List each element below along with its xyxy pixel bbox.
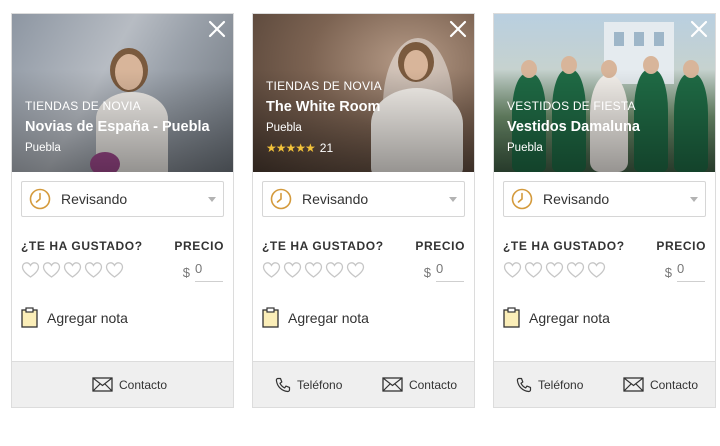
contact-label: Contacto [649, 377, 698, 392]
clock-icon [29, 188, 51, 210]
review-count: 21 [319, 141, 334, 155]
price-field[interactable]: $ 0 [424, 260, 464, 282]
vendor-hero-image[interactable]: VESTIDOS DE FIESTA Vestidos Damaluna Pue… [494, 14, 715, 172]
vendor-category: TIENDAS DE NOVIA [25, 99, 141, 113]
vendor-city: Puebla [266, 122, 302, 134]
add-note-button[interactable]: Agregar nota [262, 307, 369, 328]
heart-outline-icon[interactable] [262, 261, 281, 279]
caret-down-icon [449, 196, 457, 202]
clock-icon [511, 188, 533, 210]
close-icon[interactable] [449, 20, 467, 38]
phone-icon [516, 377, 532, 392]
status-value: Revisando [543, 191, 610, 207]
status-dropdown[interactable]: Revisando [503, 181, 706, 217]
heart-outline-icon[interactable] [63, 261, 82, 279]
clock-icon [270, 188, 292, 210]
sticky-note-icon [262, 307, 279, 328]
status-dropdown[interactable]: Revisando [262, 181, 465, 217]
vendor-city: Puebla [25, 142, 61, 154]
contact-label: Contacto [118, 377, 168, 392]
price-label: PRECIO [174, 239, 224, 253]
phone-label: Teléfono [538, 377, 584, 392]
heart-outline-icon[interactable] [587, 261, 606, 279]
add-note-label: Agregar nota [47, 309, 128, 326]
vendor-hero-image[interactable]: TIENDAS DE NOVIA Novias de España - Pueb… [12, 14, 233, 172]
close-icon[interactable] [690, 20, 708, 38]
heart-outline-icon[interactable] [283, 261, 302, 279]
heart-outline-icon[interactable] [304, 261, 323, 279]
card-footer: Contacto [12, 361, 233, 407]
rating-price-header: ¿TE HA GUSTADO? PRECIO [21, 239, 224, 253]
rating-price-header: ¿TE HA GUSTADO? PRECIO [262, 239, 465, 253]
sticky-note-icon [21, 307, 38, 328]
vendor-card-the-white-room: TIENDAS DE NOVIA The White Room Puebla ★… [252, 13, 475, 408]
heart-rating[interactable] [262, 261, 365, 279]
contact-button[interactable]: Contacto [623, 377, 698, 392]
phone-label: Teléfono [297, 377, 343, 392]
phone-icon [275, 377, 291, 392]
vendor-name[interactable]: Novias de España - Puebla [25, 119, 223, 135]
status-dropdown[interactable]: Revisando [21, 181, 224, 217]
add-note-button[interactable]: Agregar nota [21, 307, 128, 328]
hero-info: TIENDAS DE NOVIA The White Room Puebla ★… [266, 79, 464, 155]
card-footer: Teléfono Contacto [253, 361, 474, 407]
add-note-label: Agregar nota [288, 309, 369, 326]
vendor-name[interactable]: Vestidos Damaluna [507, 119, 705, 135]
vendor-name[interactable]: The White Room [266, 99, 464, 115]
vendor-card-novias-de-espana: TIENDAS DE NOVIA Novias de España - Pueb… [11, 13, 234, 408]
heart-outline-icon[interactable] [524, 261, 543, 279]
heart-outline-icon[interactable] [566, 261, 585, 279]
currency-symbol: $ [664, 265, 672, 280]
card-footer: Teléfono Contacto [494, 361, 715, 407]
price-input[interactable]: 0 [195, 260, 223, 282]
heart-outline-icon[interactable] [346, 261, 365, 279]
heart-outline-icon[interactable] [503, 261, 522, 279]
hero-info: TIENDAS DE NOVIA Novias de España - Pueb… [25, 99, 223, 154]
vendor-hero-image[interactable]: TIENDAS DE NOVIA The White Room Puebla ★… [253, 14, 474, 172]
contact-label: Contacto [408, 377, 457, 392]
vendor-rating: ★★★★★ 21 [266, 141, 464, 155]
envelope-icon [623, 377, 644, 392]
close-icon[interactable] [208, 20, 226, 38]
contact-button[interactable]: Contacto [92, 377, 167, 392]
envelope-icon [382, 377, 403, 392]
heart-outline-icon[interactable] [325, 261, 344, 279]
heart-rating[interactable] [503, 261, 606, 279]
caret-down-icon [690, 196, 698, 202]
price-field[interactable]: $ 0 [665, 260, 705, 282]
heart-outline-icon[interactable] [545, 261, 564, 279]
vendor-category: VESTIDOS DE FIESTA [507, 99, 636, 113]
sticky-note-icon [503, 307, 520, 328]
liked-question: ¿TE HA GUSTADO? [503, 239, 625, 253]
price-field[interactable]: $ 0 [183, 260, 223, 282]
vendor-card-vestidos-damaluna: VESTIDOS DE FIESTA Vestidos Damaluna Pue… [493, 13, 716, 408]
liked-question: ¿TE HA GUSTADO? [21, 239, 143, 253]
hero-info: VESTIDOS DE FIESTA Vestidos Damaluna Pue… [507, 99, 705, 154]
currency-symbol: $ [182, 265, 190, 280]
rating-price-header: ¿TE HA GUSTADO? PRECIO [503, 239, 706, 253]
add-note-button[interactable]: Agregar nota [503, 307, 610, 328]
heart-outline-icon[interactable] [84, 261, 103, 279]
status-value: Revisando [302, 191, 369, 207]
contact-button[interactable]: Contacto [382, 377, 457, 392]
star-rating-icons: ★★★★★ [266, 141, 316, 155]
price-label: PRECIO [415, 239, 465, 253]
phone-button[interactable]: Teléfono [275, 377, 342, 393]
envelope-icon [92, 377, 113, 392]
phone-button[interactable]: Teléfono [516, 377, 583, 393]
caret-down-icon [208, 196, 216, 202]
add-note-label: Agregar nota [529, 309, 610, 326]
price-input[interactable]: 0 [677, 260, 705, 282]
heart-rating[interactable] [21, 261, 124, 279]
heart-outline-icon[interactable] [105, 261, 124, 279]
liked-question: ¿TE HA GUSTADO? [262, 239, 384, 253]
vendor-city: Puebla [507, 142, 543, 154]
status-value: Revisando [61, 191, 128, 207]
price-input[interactable]: 0 [436, 260, 464, 282]
vendor-category: TIENDAS DE NOVIA [266, 79, 382, 93]
currency-symbol: $ [423, 265, 431, 280]
heart-outline-icon[interactable] [21, 261, 40, 279]
heart-outline-icon[interactable] [42, 261, 61, 279]
price-label: PRECIO [656, 239, 706, 253]
